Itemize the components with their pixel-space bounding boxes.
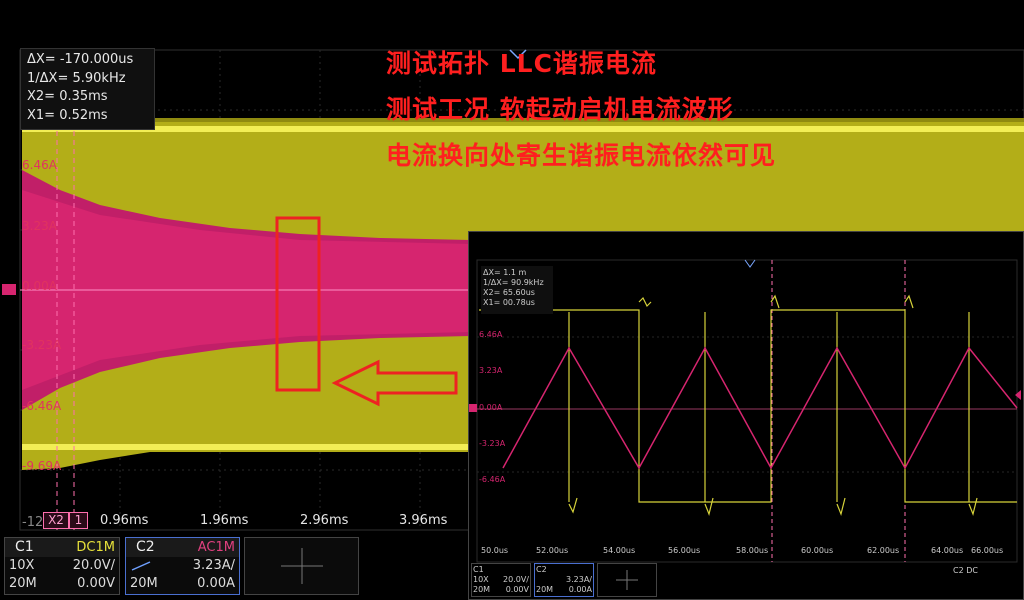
time-tick: 0.96ms (100, 513, 149, 528)
channel-1-bw: 20M (9, 576, 37, 591)
x1-marker[interactable]: 1 (69, 512, 88, 529)
y-label: 0.00A (22, 279, 57, 293)
channel-1-offset: 0.00V (77, 576, 115, 591)
channel-2-panel[interactable]: C2 AC1M 3.23A/ 20M 0.00A (125, 537, 240, 595)
channel-1-probe: 10X (9, 558, 35, 573)
inset-y-label: -3.23A (479, 439, 506, 448)
y-label: 6.46A (22, 158, 57, 172)
x2-readout: X2= 0.35ms (27, 89, 108, 104)
plus-icon (281, 548, 323, 584)
y-label: -6.46A (22, 399, 62, 413)
inset-readout: ΔX= 1.1 m 1/ΔX= 90.9kHz X2= 65.60us X1= … (481, 266, 553, 314)
inset-channel-1-panel: C1 10X 20.0V/ 20M 0.00V (471, 563, 531, 597)
time-tick: 1.96ms (200, 513, 249, 528)
inset-zoom-view: ΔX= 1.1 m 1/ΔX= 90.9kHz X2= 65.60us X1= … (468, 231, 1024, 600)
inset-current-waveform (502, 346, 1018, 470)
annotation-observation: 电流换向处寄生谐振电流依然可见 (386, 141, 777, 170)
inset-y-label: 6.46A (479, 330, 503, 339)
x1-readout: X1= 0.52ms (27, 107, 108, 123)
add-channel-button[interactable] (244, 537, 359, 595)
annotation-topology: 测试拓扑 LLC谐振电流 (386, 49, 657, 78)
x2-marker[interactable]: X2 (43, 512, 69, 529)
inset-trigger-status: C2 DC (953, 566, 978, 575)
delta-x-readout: ΔX= -170.000us (27, 52, 134, 67)
inset-channel-2-panel: C2 3.23A/ 20M 0.00A (534, 563, 594, 597)
time-tick: 2.96ms (300, 513, 349, 528)
inv-delta-x-readout: 1/ΔX= 5.90kHz (27, 70, 126, 86)
cursor-readout: ΔX= -170.000us 1/ΔX= 5.90kHz X2= 0.35ms … (20, 48, 155, 130)
channel-1-name: C1 (15, 539, 34, 555)
probe-icon (131, 561, 151, 571)
time-axis-left-label: -12 (22, 515, 44, 530)
inset-y-label: -6.46A (479, 475, 506, 484)
channel-1-scale: 20.0V/ (72, 558, 115, 573)
channel-2-offset: 0.00A (197, 576, 235, 591)
y-label: 3.23A (22, 219, 57, 233)
time-tick: 3.96ms (399, 513, 448, 528)
inset-add-channel (597, 563, 657, 597)
inset-y-label: 3.23A (479, 366, 503, 375)
y-label: -3.23A (22, 338, 62, 352)
annotation-condition: 测试工况 软起动启机电流波形 (386, 95, 734, 124)
channel-2-bw: 20M (130, 576, 158, 591)
channel-2-name: C2 (136, 539, 155, 555)
channel-2-coupling: AC1M (197, 540, 235, 555)
y-label: -9.69A (22, 459, 62, 473)
channel-1-panel[interactable]: C1 DC1M 10X 20.0V/ 20M 0.00V (4, 537, 120, 595)
plus-icon (616, 570, 638, 590)
inset-y-label: 0.00A (479, 403, 503, 412)
channel-2-scale: 3.23A/ (192, 558, 235, 573)
inset-time-axis: 50.0us 52.00us 54.00us 56.00us 58.00us 6… (481, 546, 1004, 555)
channel-1-coupling: DC1M (76, 540, 115, 555)
